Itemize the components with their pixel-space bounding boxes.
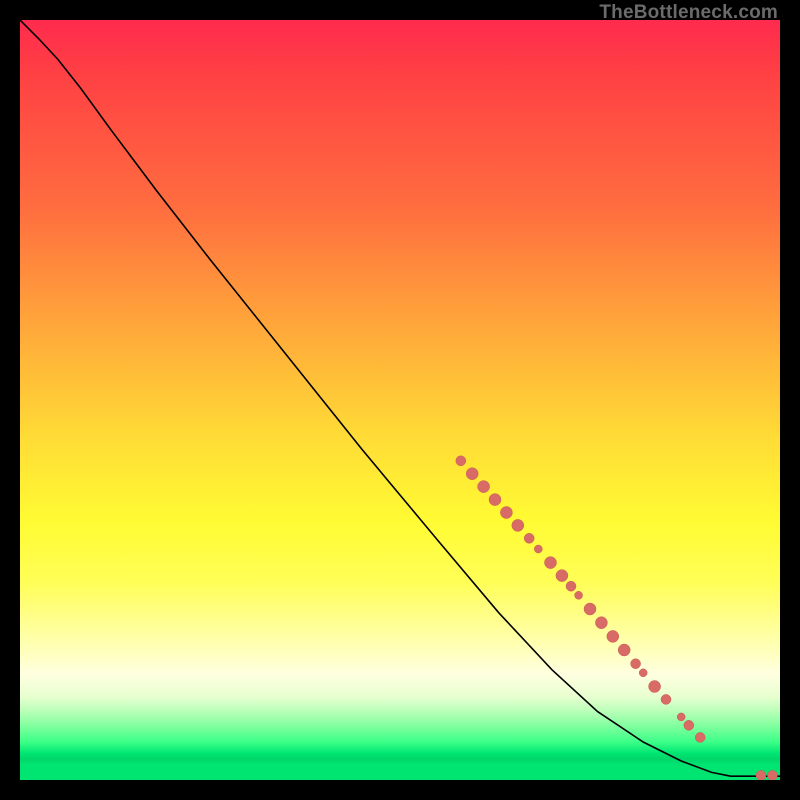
data-marker xyxy=(756,770,766,780)
chart-svg xyxy=(20,20,780,780)
plot-area xyxy=(20,20,780,780)
data-marker xyxy=(545,557,557,569)
data-marker xyxy=(566,581,576,591)
data-marker xyxy=(584,603,596,615)
data-marker xyxy=(534,545,542,553)
bottleneck-curve xyxy=(20,20,780,776)
data-marker xyxy=(575,591,583,599)
data-marker xyxy=(639,669,647,677)
data-marker xyxy=(684,720,694,730)
data-marker xyxy=(631,659,641,669)
data-marker xyxy=(677,713,685,721)
data-marker xyxy=(661,694,671,704)
data-marker xyxy=(556,570,568,582)
data-marker xyxy=(695,732,705,742)
data-marker xyxy=(466,468,478,480)
data-marker xyxy=(595,617,607,629)
data-marker xyxy=(767,770,777,780)
data-marker xyxy=(618,644,630,656)
data-marker xyxy=(489,494,501,506)
data-marker xyxy=(607,630,619,642)
data-marker xyxy=(456,456,466,466)
data-marker xyxy=(524,533,534,543)
attribution-label: TheBottleneck.com xyxy=(599,2,778,24)
data-marker xyxy=(500,507,512,519)
chart-stage: TheBottleneck.com xyxy=(0,0,800,800)
data-marker xyxy=(478,481,490,493)
data-marker xyxy=(649,681,661,693)
data-marker xyxy=(512,519,524,531)
